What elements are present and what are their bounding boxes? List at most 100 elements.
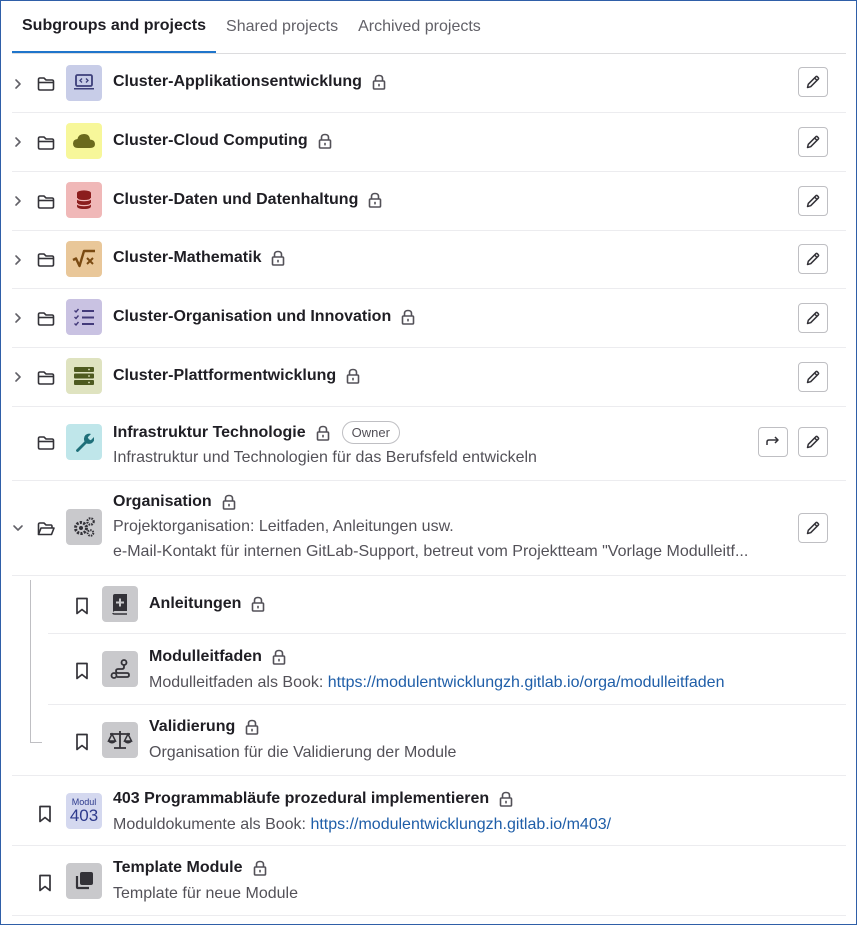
lock-icon — [372, 74, 386, 90]
project-name[interactable]: 403 Programmabläufe prozedural implement… — [113, 790, 489, 808]
book-plus-icon — [102, 586, 138, 622]
project-title[interactable]: Modulleitfaden — [149, 648, 286, 666]
group-name[interactable]: Cluster-Cloud Computing — [113, 132, 308, 150]
lock-icon — [245, 719, 259, 735]
project-row[interactable]: Modul 403 403 Programmabläufe prozedural… — [12, 775, 846, 846]
project-description: Modulleitfaden als Book: https://modulen… — [149, 674, 724, 692]
wrench-icon — [66, 424, 102, 460]
tab-archived-projects[interactable]: Archived projects — [348, 0, 491, 53]
project-title[interactable]: 403 Programmabläufe prozedural implement… — [113, 790, 513, 808]
checklist-icon — [66, 299, 102, 335]
lock-icon — [368, 192, 382, 208]
edit-button[interactable] — [798, 513, 828, 543]
group-title[interactable]: Cluster-Daten und Datenhaltung — [113, 191, 382, 209]
description-text: Moduldokumente als Book: — [113, 816, 311, 833]
lock-icon — [272, 649, 286, 665]
project-title[interactable]: Anleitungen — [149, 595, 265, 613]
group-name[interactable]: Cluster-Daten und Datenhaltung — [113, 191, 358, 209]
chevron-down-icon[interactable] — [12, 522, 24, 534]
folder-icon — [37, 370, 55, 386]
group-row[interactable]: Infrastruktur Technologie Owner Infrastr… — [12, 407, 846, 481]
project-name[interactable]: Template Module — [113, 859, 243, 877]
copy-icon — [66, 863, 102, 899]
tab-bar: Subgroups and projects Shared projects A… — [12, 0, 846, 54]
edit-button[interactable] — [798, 186, 828, 216]
pencil-icon — [805, 434, 821, 450]
group-name[interactable]: Cluster-Plattformentwicklung — [113, 367, 336, 385]
group-name[interactable]: Infrastruktur Technologie — [113, 424, 306, 442]
square-root-icon — [66, 241, 102, 277]
edit-button[interactable] — [798, 303, 828, 333]
group-name[interactable]: Organisation — [113, 493, 212, 511]
chevron-right-icon[interactable] — [12, 371, 24, 383]
bookmark-icon[interactable] — [38, 874, 52, 892]
group-row-expanded[interactable]: Organisation Projektorganisation: Leitfa… — [12, 481, 846, 576]
edit-button[interactable] — [798, 67, 828, 97]
server-icon — [66, 358, 102, 394]
bookmark-icon[interactable] — [75, 662, 89, 680]
group-row[interactable]: Cluster-Daten und Datenhaltung — [12, 172, 846, 231]
gears-icon — [66, 509, 102, 545]
route-icon — [102, 651, 138, 687]
tab-subgroups-and-projects[interactable]: Subgroups and projects — [12, 0, 217, 53]
folder-icon — [37, 311, 55, 327]
project-name[interactable]: Validierung — [149, 718, 235, 736]
lock-icon — [271, 250, 285, 266]
project-description: Moduldokumente als Book: https://modulen… — [113, 816, 611, 834]
folder-icon — [37, 435, 55, 451]
project-name[interactable]: Modulleitfaden — [149, 648, 262, 666]
project-title[interactable]: Template Module — [113, 859, 267, 877]
group-row[interactable]: Cluster-Plattformentwicklung — [12, 348, 846, 407]
group-title[interactable]: Cluster-Plattformentwicklung — [113, 367, 360, 385]
group-name[interactable]: Cluster-Organisation und Innovation — [113, 308, 391, 326]
module-avatar: Modul 403 — [66, 793, 102, 829]
book-link[interactable]: https://modulentwicklungzh.gitlab.io/org… — [328, 674, 725, 691]
lock-icon — [346, 368, 360, 384]
chevron-right-icon[interactable] — [12, 195, 24, 207]
bookmark-icon[interactable] — [38, 805, 52, 823]
project-row[interactable]: Template Module Template für neue Module — [12, 846, 846, 916]
chevron-right-icon[interactable] — [12, 254, 24, 266]
group-row[interactable]: Cluster-Cloud Computing — [12, 113, 846, 172]
group-title[interactable]: Cluster-Applikationsentwicklung — [113, 73, 386, 91]
edit-button[interactable] — [798, 427, 828, 457]
group-name[interactable]: Cluster-Mathematik — [113, 249, 261, 267]
edit-button[interactable] — [798, 244, 828, 274]
laptop-code-icon — [66, 65, 102, 101]
group-title[interactable]: Cluster-Cloud Computing — [113, 132, 332, 150]
chevron-right-icon[interactable] — [12, 78, 24, 90]
group-title[interactable]: Organisation — [113, 493, 236, 511]
project-name[interactable]: Anleitungen — [149, 595, 241, 613]
group-name[interactable]: Cluster-Applikationsentwicklung — [113, 73, 362, 91]
group-title[interactable]: Infrastruktur Technologie Owner — [113, 421, 400, 444]
edit-button[interactable] — [798, 127, 828, 157]
tab-shared-projects[interactable]: Shared projects — [216, 0, 348, 53]
group-row[interactable]: Cluster-Organisation und Innovation — [12, 289, 846, 348]
transfer-button[interactable] — [758, 427, 788, 457]
folder-icon — [37, 252, 55, 268]
tree-line — [30, 742, 42, 743]
folder-icon — [37, 135, 55, 151]
bookmark-icon[interactable] — [75, 733, 89, 751]
project-row[interactable]: Validierung Organisation für die Validie… — [48, 705, 846, 775]
folder-open-icon — [37, 521, 55, 537]
bookmark-icon[interactable] — [75, 597, 89, 615]
chevron-right-icon[interactable] — [12, 136, 24, 148]
project-row[interactable]: Anleitungen — [48, 576, 846, 634]
group-row[interactable]: Cluster-Applikationsentwicklung — [12, 54, 846, 113]
database-icon — [66, 182, 102, 218]
group-description: Projektorganisation: Leitfaden, Anleitun… — [113, 518, 454, 535]
group-title[interactable]: Cluster-Mathematik — [113, 249, 285, 267]
lock-icon — [253, 860, 267, 876]
chevron-right-icon[interactable] — [12, 312, 24, 324]
group-title[interactable]: Cluster-Organisation und Innovation — [113, 308, 415, 326]
group-description: e-Mail-Kontakt für internen GitLab-Suppo… — [113, 543, 749, 560]
project-title[interactable]: Validierung — [149, 718, 259, 736]
pencil-icon — [805, 369, 821, 385]
group-description: Infrastruktur und Technologien für das B… — [113, 449, 537, 466]
group-row[interactable]: Cluster-Mathematik — [12, 231, 846, 289]
project-description: Organisation für die Validierung der Mod… — [149, 744, 457, 761]
edit-button[interactable] — [798, 362, 828, 392]
book-link[interactable]: https://modulentwicklungzh.gitlab.io/m40… — [310, 816, 611, 833]
project-row[interactable]: Modulleitfaden Modulleitfaden als Book: … — [48, 634, 846, 705]
